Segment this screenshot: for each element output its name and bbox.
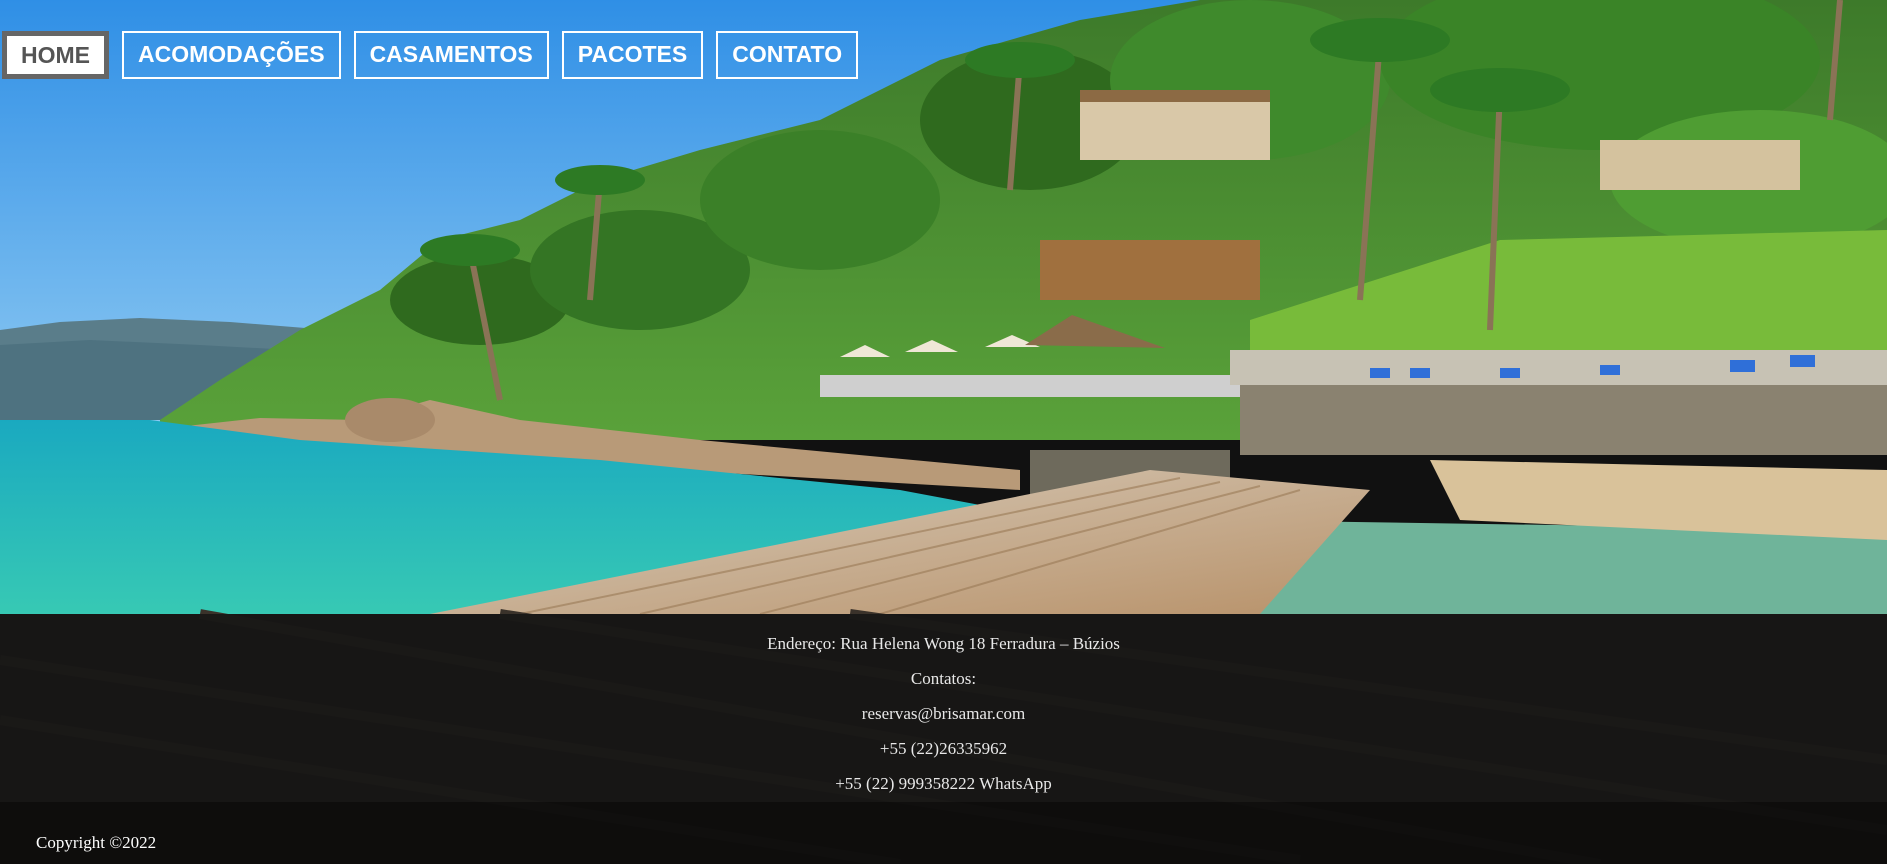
footer-phone: +55 (22)26335962 — [879, 739, 1008, 758]
main-nav: HOME ACOMODAÇÕES CASAMENTOS PACOTES CONT… — [2, 31, 859, 79]
footer-email: reservas@brisamar.com — [861, 704, 1026, 723]
nav-contato-link[interactable]: CONTATO — [716, 31, 859, 79]
footer-contacts-label: Contatos: — [910, 669, 977, 688]
nav-pacotes-link[interactable]: PACOTES — [561, 31, 704, 79]
contact-footer: Endereço: Rua Helena Wong 18 Ferradura –… — [0, 614, 1887, 802]
copyright-text: Copyright ©2022 — [36, 833, 157, 852]
nav-acomodacoes-link[interactable]: ACOMODAÇÕES — [122, 31, 341, 79]
nav-casamentos-link[interactable]: CASAMENTOS — [353, 31, 549, 79]
copyright-bar: Copyright ©2022 — [0, 802, 1887, 864]
nav-home-link[interactable]: HOME — [2, 31, 109, 79]
footer-whatsapp: +55 (22) 999358222 WhatsApp — [835, 774, 1052, 793]
footer-address: Endereço: Rua Helena Wong 18 Ferradura –… — [767, 634, 1120, 653]
